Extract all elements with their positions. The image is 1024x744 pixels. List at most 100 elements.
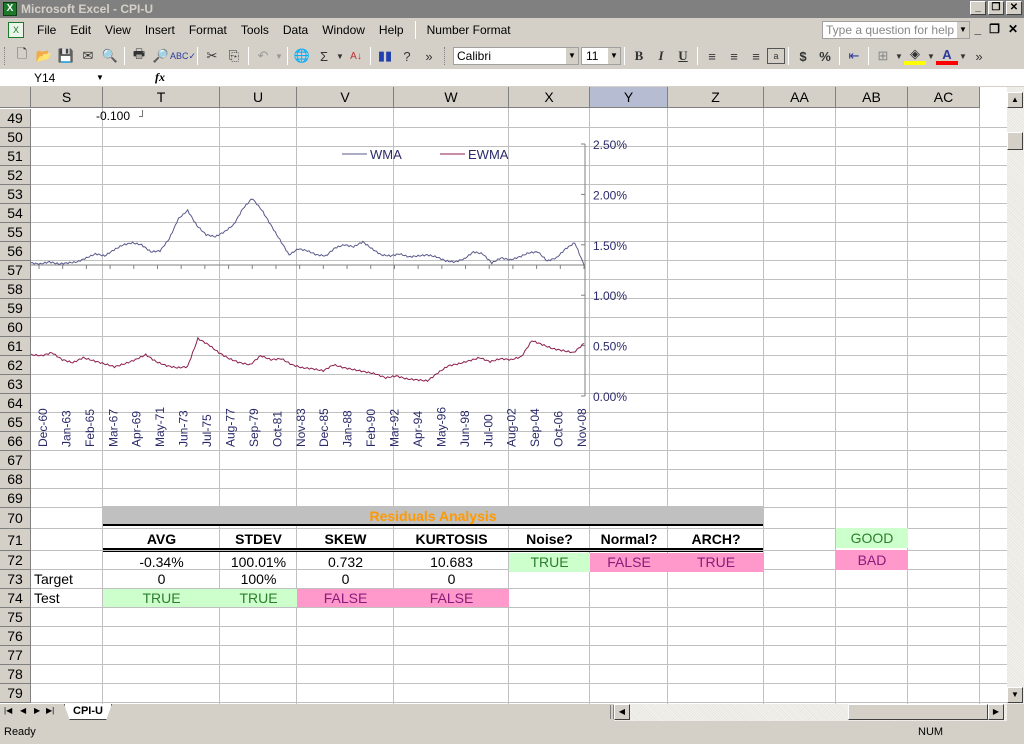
borders-icon[interactable]: ⊞: [872, 45, 894, 67]
column-header-z[interactable]: Z: [668, 87, 764, 108]
flag-noise[interactable]: TRUE: [509, 553, 590, 572]
row-header-68[interactable]: 68: [0, 470, 31, 489]
underline-button[interactable]: U: [672, 45, 694, 67]
value-kurtosis[interactable]: 10.683: [394, 553, 509, 571]
header-noise[interactable]: Noise?: [509, 529, 590, 549]
menu-view[interactable]: View: [98, 23, 138, 37]
menu-number-format[interactable]: Number Format: [420, 23, 518, 37]
header-arch[interactable]: ARCH?: [668, 529, 764, 549]
decrease-indent-icon[interactable]: ⇤: [843, 45, 865, 67]
row-header-66[interactable]: 66: [0, 432, 31, 451]
row-header-72[interactable]: 72: [0, 551, 31, 570]
header-avg[interactable]: AVG: [103, 529, 220, 549]
test-avg[interactable]: TRUE: [103, 589, 220, 607]
currency-button[interactable]: $: [792, 45, 814, 67]
row-header-70[interactable]: 70: [0, 508, 31, 529]
minimize-button[interactable]: _: [970, 1, 986, 15]
sort-ascending-icon[interactable]: A↓: [345, 45, 367, 67]
value-avg[interactable]: -0.34%: [103, 553, 220, 571]
prev-sheet-button[interactable]: ◀: [20, 706, 26, 715]
target-stdev[interactable]: 100%: [220, 570, 297, 589]
chevron-down-icon[interactable]: ▼: [608, 48, 620, 64]
save-icon[interactable]: 💾: [55, 45, 77, 67]
copy-icon[interactable]: ⎘: [223, 45, 245, 67]
test-kurtosis[interactable]: FALSE: [394, 589, 509, 607]
chart-wizard-icon[interactable]: ▮▮: [374, 45, 396, 67]
spelling-icon[interactable]: ABC✓: [170, 45, 196, 67]
horizontal-scrollbar[interactable]: ◀ ▶: [614, 704, 1007, 721]
row-header-75[interactable]: 75: [0, 608, 31, 627]
toolbar-overflow-icon[interactable]: »: [418, 45, 440, 67]
row-header-71[interactable]: 71: [0, 529, 31, 551]
office-assistant-icon[interactable]: ?: [396, 45, 418, 67]
font-color-icon[interactable]: A: [936, 47, 958, 65]
row-header-67[interactable]: 67: [0, 451, 31, 470]
value-skew[interactable]: 0.732: [297, 553, 394, 571]
key-bad[interactable]: BAD: [836, 550, 908, 570]
font-size-select[interactable]: 11 ▼: [581, 47, 621, 65]
bold-button[interactable]: B: [628, 45, 650, 67]
target-avg[interactable]: 0: [103, 570, 220, 589]
italic-button[interactable]: I: [650, 45, 672, 67]
help-search-input[interactable]: Type a question for help ▼: [822, 21, 970, 39]
fill-color-icon[interactable]: ◈: [904, 46, 926, 65]
fill-color-dropdown-icon[interactable]: ▼: [926, 45, 936, 67]
insert-function-icon[interactable]: fx: [155, 70, 165, 85]
menu-format[interactable]: Format: [182, 23, 234, 37]
header-skew[interactable]: SKEW: [297, 529, 394, 549]
font-name-select[interactable]: Calibri ▼: [453, 47, 579, 65]
key-good[interactable]: GOOD: [836, 528, 908, 548]
test-stdev[interactable]: TRUE: [220, 589, 297, 607]
formula-input[interactable]: [175, 70, 1015, 86]
first-sheet-button[interactable]: |◀: [4, 706, 12, 715]
scroll-thumb[interactable]: [1007, 132, 1023, 150]
open-icon[interactable]: 📂: [33, 45, 55, 67]
close-button[interactable]: ✕: [1006, 1, 1022, 15]
target-skew[interactable]: 0: [297, 570, 394, 589]
last-sheet-button[interactable]: ▶|: [46, 706, 54, 715]
row-header-69[interactable]: 69: [0, 489, 31, 508]
next-sheet-button[interactable]: ▶: [34, 706, 40, 715]
new-icon[interactable]: 🗋: [11, 45, 33, 67]
workbook-icon[interactable]: X: [8, 22, 24, 38]
percent-button[interactable]: %: [814, 45, 836, 67]
toolbar-grip[interactable]: [4, 47, 7, 65]
row-header-79[interactable]: 79: [0, 684, 31, 703]
name-box[interactable]: Y14: [2, 70, 110, 86]
permission-icon[interactable]: 🔍: [99, 45, 121, 67]
email-icon[interactable]: ✉: [77, 45, 99, 67]
chevron-down-icon[interactable]: ▼: [96, 70, 104, 86]
scroll-down-button[interactable]: ▼: [1007, 687, 1023, 703]
row-header-76[interactable]: 76: [0, 627, 31, 646]
sheet-tab-cpi-u[interactable]: CPI-U: [64, 704, 112, 720]
wma-ewma-chart[interactable]: WMA EWMA 0.00% 0.50% 1.00% 1.50% 2.00% 2.50% D…: [0, 87, 660, 447]
hyperlink-icon[interactable]: 🌐: [291, 45, 313, 67]
test-label[interactable]: Test: [31, 589, 103, 608]
target-label[interactable]: Target: [31, 570, 103, 589]
menu-help[interactable]: Help: [372, 23, 411, 37]
column-header-ab[interactable]: AB: [836, 87, 908, 108]
doc-restore-button[interactable]: ❐: [989, 22, 1000, 36]
horizontal-scroll-thumb[interactable]: [848, 704, 988, 720]
menu-window[interactable]: Window: [315, 23, 372, 37]
vertical-scrollbar[interactable]: ▲ ▼: [1007, 87, 1024, 704]
flag-normal[interactable]: FALSE: [590, 553, 668, 572]
autosum-icon[interactable]: Σ: [313, 45, 335, 67]
row-header-77[interactable]: 77: [0, 646, 31, 665]
doc-minimize-button[interactable]: _: [974, 22, 981, 36]
column-header-aa[interactable]: AA: [764, 87, 836, 108]
menu-insert[interactable]: Insert: [138, 23, 182, 37]
test-skew[interactable]: FALSE: [297, 589, 394, 607]
row-header-78[interactable]: 78: [0, 665, 31, 684]
toolbar-overflow-icon[interactable]: »: [968, 45, 990, 67]
menu-tools[interactable]: Tools: [234, 23, 276, 37]
header-kurtosis[interactable]: KURTOSIS: [394, 529, 509, 549]
chevron-down-icon[interactable]: ▼: [566, 48, 578, 64]
header-stdev[interactable]: STDEV: [220, 529, 297, 549]
print-preview-icon[interactable]: 🔎: [150, 45, 172, 67]
menu-data[interactable]: Data: [276, 23, 315, 37]
align-left-icon[interactable]: ≡: [701, 45, 723, 67]
scroll-right-button[interactable]: ▶: [988, 704, 1004, 720]
scroll-left-button[interactable]: ◀: [614, 704, 630, 720]
doc-close-button[interactable]: ✕: [1008, 22, 1018, 36]
